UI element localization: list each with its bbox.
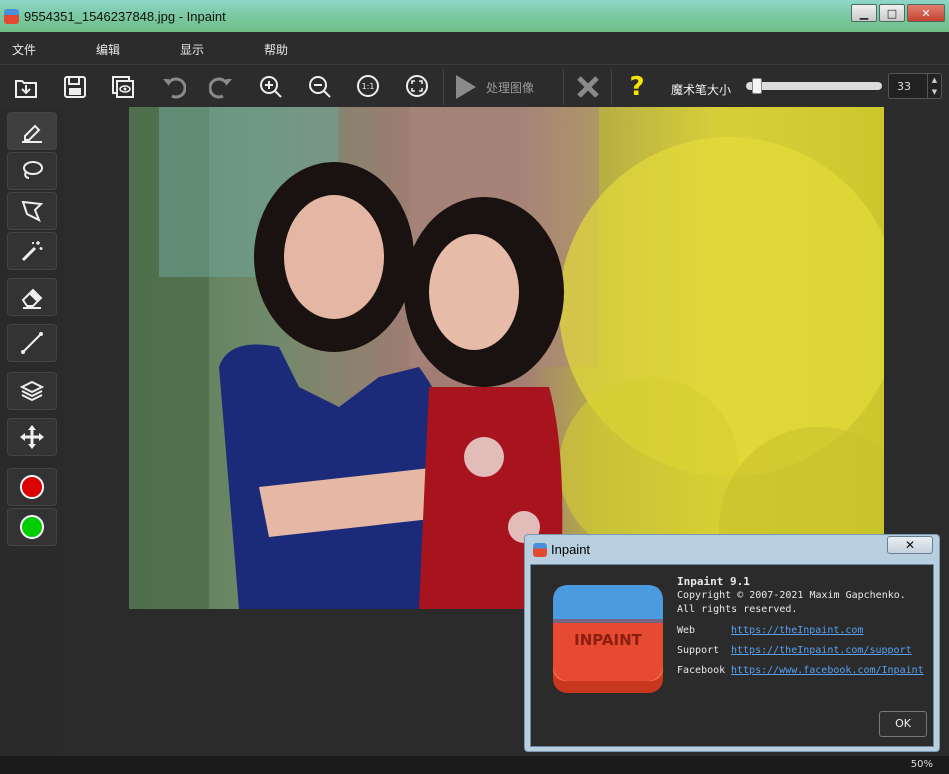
help-button[interactable]: ? bbox=[620, 71, 654, 103]
app-name: Inpaint 9.1 bbox=[677, 575, 750, 588]
eraser-icon bbox=[21, 288, 43, 309]
layers-icon bbox=[19, 380, 45, 402]
close-button[interactable]: ✕ bbox=[907, 4, 945, 22]
zoom-level: 50% bbox=[910, 759, 933, 770]
undo-icon bbox=[163, 77, 186, 99]
process-label: 处理图像 bbox=[486, 80, 535, 95]
about-dialog: Inpaint ✕ INPAINT Inpaint 9.1 Copyright … bbox=[524, 534, 940, 752]
support-link[interactable]: https://theInpaint.com/support bbox=[731, 645, 912, 656]
redo-button[interactable] bbox=[205, 71, 239, 103]
facebook-link[interactable]: https://www.facebook.com/Inpaint bbox=[731, 665, 924, 676]
maximize-button[interactable]: □ bbox=[879, 4, 905, 22]
menu-help[interactable]: 帮助 bbox=[264, 41, 288, 58]
actual-size-button[interactable]: 1:1 bbox=[352, 71, 386, 103]
magic-wand-tool[interactable] bbox=[7, 232, 57, 270]
svg-text:INPAINT: INPAINT bbox=[574, 631, 642, 649]
spin-arrows[interactable]: ▲ ▼ bbox=[927, 74, 941, 98]
dialog-title: Inpaint bbox=[551, 542, 591, 557]
facebook-label: Facebook bbox=[677, 665, 726, 676]
move-tool[interactable] bbox=[7, 418, 57, 456]
magic-wand-size-label: 魔术笔大小 bbox=[671, 83, 732, 97]
process-image-button[interactable]: 处理图像 bbox=[452, 71, 534, 103]
magic-wand-icon bbox=[21, 241, 43, 262]
move-icon bbox=[20, 425, 44, 449]
undo-button[interactable] bbox=[156, 71, 190, 103]
menu-view[interactable]: 显示 bbox=[180, 41, 204, 58]
rights-text: All rights reserved. bbox=[677, 604, 798, 615]
marker-icon bbox=[22, 124, 42, 143]
save-icon bbox=[64, 76, 86, 98]
open-file-button[interactable] bbox=[9, 71, 43, 103]
toolbar-separator bbox=[443, 69, 444, 105]
dialog-body: INPAINT Inpaint 9.1 Copyright © 2007-202… bbox=[530, 564, 934, 747]
lasso-tool[interactable] bbox=[7, 152, 57, 190]
save-button[interactable] bbox=[58, 71, 92, 103]
facebook-link-row: Facebook https://www.facebook.com/Inpain… bbox=[677, 665, 937, 679]
remove-color-button[interactable] bbox=[7, 468, 57, 506]
brush-size-slider-handle[interactable] bbox=[752, 78, 763, 94]
polygonal-lasso-tool[interactable] bbox=[7, 192, 57, 230]
web-link-row: Web https://theInpaint.com bbox=[677, 625, 937, 639]
zoom-in-icon bbox=[260, 76, 282, 98]
toolbar-separator bbox=[563, 69, 564, 105]
tool-panel bbox=[0, 108, 62, 758]
support-link-row: Support https://theInpaint.com/support bbox=[677, 645, 937, 659]
app-icon bbox=[4, 9, 19, 24]
brush-size-spinbox[interactable]: 33 ▲ ▼ bbox=[888, 73, 942, 99]
inpaint-logo-icon: INPAINT bbox=[553, 585, 663, 693]
brush-size-slider[interactable] bbox=[746, 82, 882, 90]
menu-edit[interactable]: 编辑 bbox=[96, 41, 120, 58]
line-tool-icon bbox=[21, 332, 43, 354]
svg-text:1:1: 1:1 bbox=[362, 82, 375, 91]
about-info: Inpaint 9.1 Copyright © 2007-2021 Maxim … bbox=[677, 575, 924, 676]
brush-size-value: 33 bbox=[897, 80, 911, 93]
fit-screen-button[interactable] bbox=[401, 71, 435, 103]
app-icon bbox=[533, 543, 547, 557]
green-color-swatch bbox=[20, 515, 44, 539]
preview-icon bbox=[112, 76, 134, 98]
redo-icon bbox=[209, 77, 232, 99]
actual-size-icon: 1:1 bbox=[357, 75, 379, 97]
layers-tool[interactable] bbox=[7, 372, 57, 410]
zoom-out-icon bbox=[309, 76, 331, 98]
open-file-icon bbox=[15, 80, 37, 98]
red-color-swatch bbox=[20, 475, 44, 499]
menu-bar: 文件 编辑 显示 帮助 bbox=[0, 32, 949, 64]
zoom-in-button[interactable] bbox=[254, 71, 288, 103]
toolbar-separator bbox=[611, 69, 612, 105]
menu-file[interactable]: 文件 bbox=[12, 41, 36, 58]
keep-color-button[interactable] bbox=[7, 508, 57, 546]
window-title: 9554351_1546237848.jpg - Inpaint bbox=[24, 9, 226, 24]
title-bar: 9554351_1546237848.jpg - Inpaint ▁ □ ✕ bbox=[0, 0, 949, 32]
web-link[interactable]: https://theInpaint.com bbox=[731, 625, 863, 636]
clear-icon bbox=[577, 76, 599, 98]
line-tool[interactable] bbox=[7, 324, 57, 362]
dialog-close-button[interactable]: ✕ bbox=[887, 536, 933, 554]
help-icon: ? bbox=[629, 72, 645, 102]
zoom-out-button[interactable] bbox=[303, 71, 337, 103]
eraser-tool[interactable] bbox=[7, 278, 57, 316]
marker-tool[interactable] bbox=[7, 112, 57, 150]
ok-button[interactable]: OK bbox=[879, 711, 927, 737]
copyright-text: Copyright © 2007-2021 Maxim Gapchenko. bbox=[677, 590, 906, 601]
lasso-icon bbox=[23, 161, 43, 179]
web-label: Web bbox=[677, 625, 696, 636]
support-label: Support bbox=[677, 645, 720, 656]
fit-screen-icon bbox=[406, 75, 428, 97]
minimize-button[interactable]: ▁ bbox=[851, 4, 877, 22]
status-bar: 50% bbox=[0, 756, 949, 774]
play-icon bbox=[456, 75, 476, 99]
polygonal-lasso-icon bbox=[21, 200, 44, 223]
clear-selection-button[interactable] bbox=[571, 71, 605, 103]
preview-button[interactable] bbox=[106, 71, 140, 103]
